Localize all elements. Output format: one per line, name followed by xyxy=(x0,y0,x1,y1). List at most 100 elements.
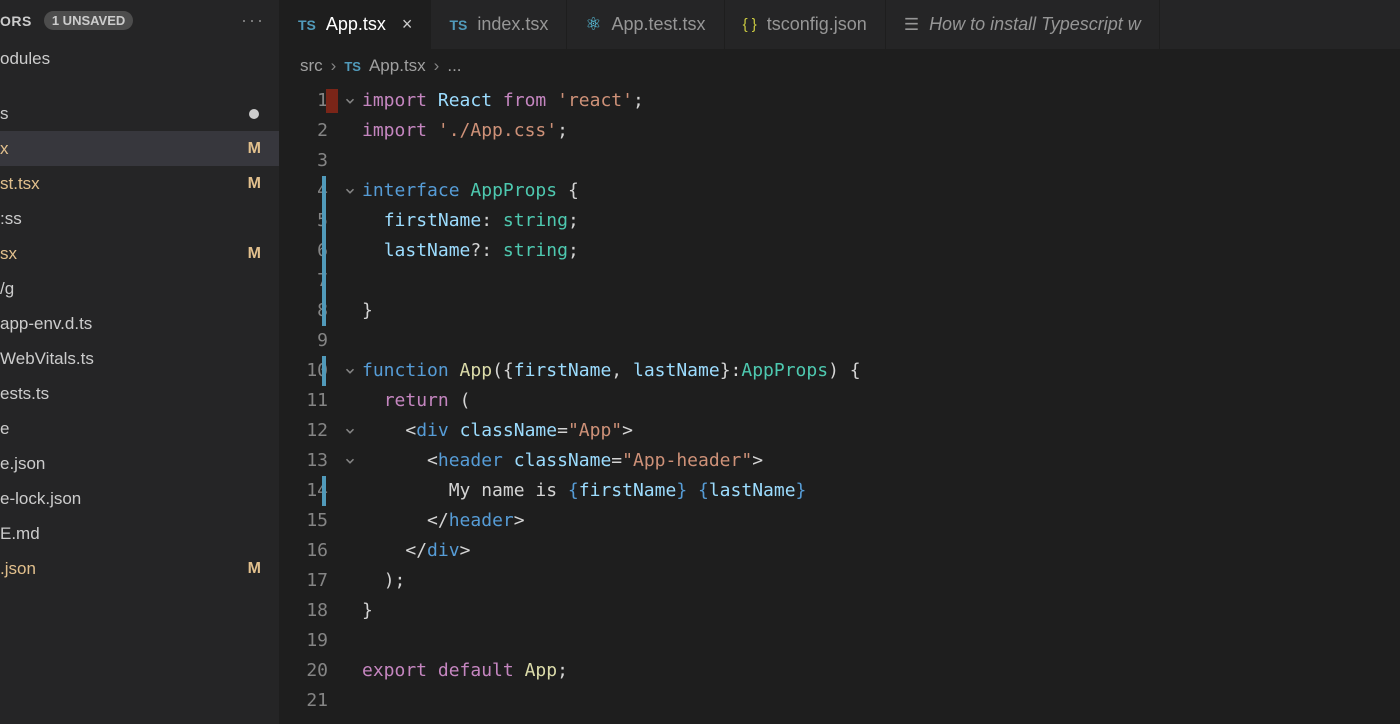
modified-badge: M xyxy=(248,140,261,158)
tab[interactable]: ☰How to install Typescript w xyxy=(886,0,1160,49)
code-line[interactable]: } xyxy=(362,596,1400,626)
line-number: 18 xyxy=(280,596,328,626)
file-item[interactable]: sxM xyxy=(0,236,279,271)
code-line[interactable]: import React from 'react'; xyxy=(362,86,1400,116)
code-line[interactable] xyxy=(362,326,1400,356)
git-diff-marker xyxy=(322,296,326,326)
code-line[interactable]: } xyxy=(362,296,1400,326)
fold-toggle-icon[interactable] xyxy=(338,86,362,116)
file-item[interactable]: E.md xyxy=(0,516,279,551)
file-item[interactable]: st.tsxM xyxy=(0,166,279,201)
line-number: 8 xyxy=(280,296,328,326)
open-editors-label: ORS xyxy=(0,13,32,29)
line-number: 11 xyxy=(280,386,328,416)
file-item[interactable]: app-env.d.ts xyxy=(0,306,279,341)
line-number: 13 xyxy=(280,446,328,476)
chevron-right-icon: › xyxy=(331,56,337,76)
json-icon: { } xyxy=(743,16,757,33)
file-item[interactable]: .jsonM xyxy=(0,551,279,586)
line-number: 20 xyxy=(280,656,328,686)
sidebar: ORS 1 UNSAVED ··· odules sxMst.tsxM:sssx… xyxy=(0,0,280,724)
file-item[interactable]: :ss xyxy=(0,201,279,236)
code-area[interactable]: import React from 'react';import './App.… xyxy=(362,86,1400,724)
modified-badge: M xyxy=(248,560,261,578)
more-icon[interactable]: ··· xyxy=(241,10,265,31)
close-icon[interactable]: × xyxy=(402,14,413,35)
code-line[interactable]: lastName?: string; xyxy=(362,236,1400,266)
git-diff-marker xyxy=(322,236,326,266)
tab-label: tsconfig.json xyxy=(767,14,867,35)
code-line[interactable] xyxy=(362,626,1400,656)
fold-toggle-icon[interactable] xyxy=(338,356,362,386)
git-diff-marker xyxy=(322,476,326,506)
tab[interactable]: ⚛App.test.tsx xyxy=(567,0,724,49)
line-number: 19 xyxy=(280,626,328,656)
chevron-right-icon: › xyxy=(434,56,440,76)
tab[interactable]: { } tsconfig.json xyxy=(725,0,886,49)
code-line[interactable]: import './App.css'; xyxy=(362,116,1400,146)
code-line[interactable]: <div className="App"> xyxy=(362,416,1400,446)
folder-node-modules[interactable]: odules xyxy=(0,41,279,76)
line-number: 9 xyxy=(280,326,328,356)
breadcrumb-file[interactable]: App.tsx xyxy=(369,56,426,76)
git-diff-marker xyxy=(322,206,326,236)
fold-toggle-icon[interactable] xyxy=(338,176,362,206)
line-number: 21 xyxy=(280,686,328,716)
breadcrumb-src[interactable]: src xyxy=(300,56,323,76)
tab[interactable]: TSApp.tsx× xyxy=(280,0,431,49)
ts-icon: TS xyxy=(344,59,361,74)
line-number: 1 xyxy=(280,86,328,116)
file-item[interactable]: WebVitals.ts xyxy=(0,341,279,376)
file-item[interactable]: e.json xyxy=(0,446,279,481)
code-line[interactable] xyxy=(362,266,1400,296)
line-number: 15 xyxy=(280,506,328,536)
react-icon: ⚛ xyxy=(585,14,601,35)
error-marker-icon xyxy=(326,89,338,113)
line-number: 12 xyxy=(280,416,328,446)
git-diff-marker xyxy=(322,356,326,386)
line-number: 17 xyxy=(280,566,328,596)
code-line[interactable]: export default App; xyxy=(362,656,1400,686)
breadcrumb-more[interactable]: ... xyxy=(447,56,461,76)
modified-badge: M xyxy=(248,175,261,193)
ts-icon: TS xyxy=(449,17,467,33)
file-item[interactable]: e-lock.json xyxy=(0,481,279,516)
code-line[interactable]: <header className="App-header"> xyxy=(362,446,1400,476)
preview-icon: ☰ xyxy=(904,15,919,35)
fold-toggle-icon[interactable] xyxy=(338,446,362,476)
editor-main: TS App.tsx × TS index.tsx ⚛App.test.tsx { } tsc… xyxy=(280,0,1400,724)
dirty-indicator-icon xyxy=(249,109,259,119)
code-line[interactable]: </header> xyxy=(362,506,1400,536)
line-number: 10 xyxy=(280,356,328,386)
tab-label: App.tsx xyxy=(326,14,386,35)
file-item[interactable]: e xyxy=(0,411,279,446)
code-line[interactable]: interface AppProps { xyxy=(362,176,1400,206)
unsaved-badge: 1 UNSAVED xyxy=(44,11,133,30)
code-line[interactable]: </div> xyxy=(362,536,1400,566)
line-number: 4 xyxy=(280,176,328,206)
line-number: 3 xyxy=(280,146,328,176)
fold-column xyxy=(338,86,362,724)
code-line[interactable]: My name is {firstName} {lastName} xyxy=(362,476,1400,506)
tabs: TSApp.tsx×TSindex.tsx⚛App.test.tsx{ }tsc… xyxy=(280,0,1400,50)
tab[interactable]: TS index.tsx xyxy=(431,0,567,49)
code-line[interactable] xyxy=(362,146,1400,176)
code-line[interactable]: return ( xyxy=(362,386,1400,416)
code-line[interactable]: ); xyxy=(362,566,1400,596)
code-line[interactable]: firstName: string; xyxy=(362,206,1400,236)
breadcrumb[interactable]: src › TS App.tsx › ... xyxy=(280,50,1400,82)
file-item[interactable]: /g xyxy=(0,271,279,306)
fold-toggle-icon[interactable] xyxy=(338,416,362,446)
file-item[interactable]: ests.ts xyxy=(0,376,279,411)
file-item[interactable]: xM xyxy=(0,131,279,166)
modified-badge: M xyxy=(248,245,261,263)
git-diff-marker xyxy=(322,176,326,206)
code-line[interactable] xyxy=(362,686,1400,716)
file-list: sxMst.tsxM:sssxM/gapp-env.d.tsWebVitals.… xyxy=(0,96,279,724)
code-editor[interactable]: 123456789101112131415161718192021 import… xyxy=(280,82,1400,724)
tab-label: index.tsx xyxy=(477,14,548,35)
file-item[interactable]: s xyxy=(0,96,279,131)
line-gutter: 123456789101112131415161718192021 xyxy=(280,86,338,724)
line-number: 2 xyxy=(280,116,328,146)
code-line[interactable]: function App({firstName, lastName}:AppPr… xyxy=(362,356,1400,386)
